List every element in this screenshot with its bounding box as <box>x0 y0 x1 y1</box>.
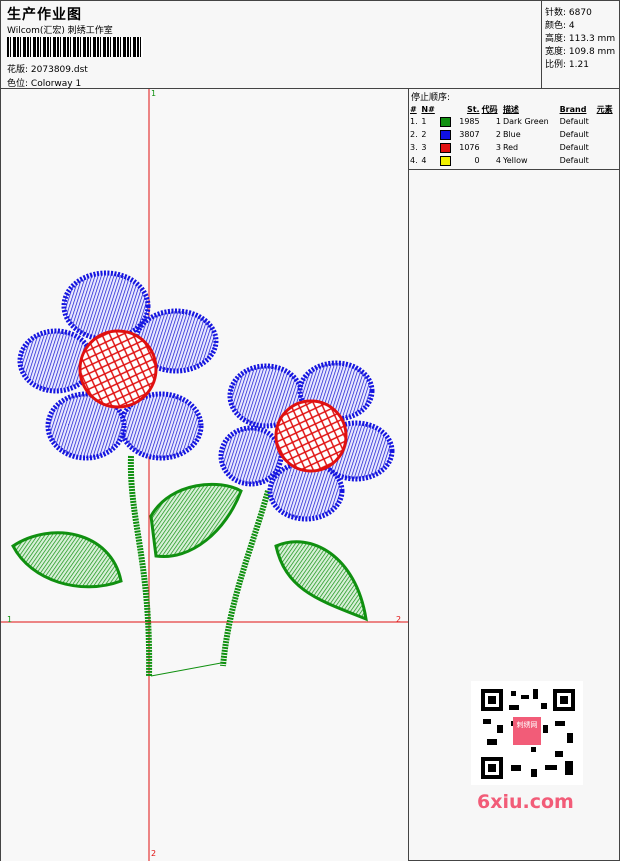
stop-sequence-title: 停止顺序: <box>411 93 451 103</box>
left-stem <box>127 455 153 677</box>
col-stitches: St. <box>466 104 480 114</box>
guide-marker-2-bottom: 2 <box>151 849 157 858</box>
embroidery-preview <box>1 89 408 861</box>
qr-code: 刺绣网 <box>471 681 583 785</box>
qr-seal: 刺绣网 <box>516 721 538 729</box>
flower-right <box>218 360 395 522</box>
stat-colors: 颜色: 4 <box>545 21 575 31</box>
guide-marker-2-right: 2 <box>396 615 402 624</box>
stat-height: 高度: 113.3 mm <box>545 34 616 44</box>
design-label: 花版: <box>7 65 29 75</box>
jump-stitch <box>150 662 222 677</box>
colorway-value: Colorway 1 <box>30 79 82 89</box>
leaf-right <box>274 540 368 622</box>
worksheet-title: 生产作业图 <box>7 7 82 23</box>
col-description: 描述 <box>502 104 519 114</box>
guide-marker-1-top: 1 <box>151 89 157 98</box>
barcode <box>7 37 143 57</box>
color-swatch <box>439 115 454 128</box>
col-index: # <box>410 104 417 114</box>
leaf-middle <box>149 482 243 559</box>
color-table-header: # N# St. 代码 描述 Brand 元素 <box>409 103 617 115</box>
watermark-logo: 6xiu.com <box>477 791 574 813</box>
design-file-name: 2073809.dst <box>30 65 88 75</box>
table-row[interactable]: 3. 3 1076 3 Red Default <box>409 141 617 154</box>
table-row[interactable]: 4. 4 0 4 Yellow Default <box>409 154 617 167</box>
colorway-label: 色位: <box>7 79 29 89</box>
worksheet-header: 生产作业图 Wilcom(汇宏) 刺绣工作室 花版: 2073809.dst 色… <box>1 1 620 89</box>
color-swatch <box>439 141 454 154</box>
colorway-row: 色位: Colorway 1 <box>7 76 81 89</box>
guide-marker-1-left: 1 <box>7 615 13 624</box>
color-swatch <box>439 128 454 141</box>
design-canvas[interactable]: 1 1 2 2 <box>1 89 409 861</box>
stat-stitches: 针数: 6870 <box>545 8 592 18</box>
leaf-left <box>11 531 123 589</box>
panel-divider <box>409 169 620 170</box>
col-needle: N# <box>421 104 435 114</box>
flower-left <box>17 270 219 461</box>
color-table: # N# St. 代码 描述 Brand 元素 1. 1 1985 1 Dark… <box>409 103 617 167</box>
table-row[interactable]: 2. 2 3807 2 Blue Default <box>409 128 617 141</box>
col-code: 代码 <box>481 104 498 114</box>
stat-ratio: 比例: 1.21 <box>545 60 589 70</box>
design-file-row: 花版: 2073809.dst <box>7 62 88 75</box>
color-swatch <box>439 154 454 167</box>
design-stats: 针数: 6870 颜色: 4 高度: 113.3 mm 宽度: 109.8 mm… <box>541 1 620 89</box>
table-row[interactable]: 1. 1 1985 1 Dark Green Default <box>409 115 617 128</box>
software-label: Wilcom(汇宏) 刺绣工作室 <box>7 26 113 36</box>
right-stem <box>220 490 271 667</box>
col-element: 元素 <box>596 104 613 114</box>
stat-width: 宽度: 109.8 mm <box>545 47 616 57</box>
production-worksheet: 生产作业图 Wilcom(汇宏) 刺绣工作室 花版: 2073809.dst 色… <box>0 0 620 861</box>
col-brand: Brand <box>559 104 587 114</box>
